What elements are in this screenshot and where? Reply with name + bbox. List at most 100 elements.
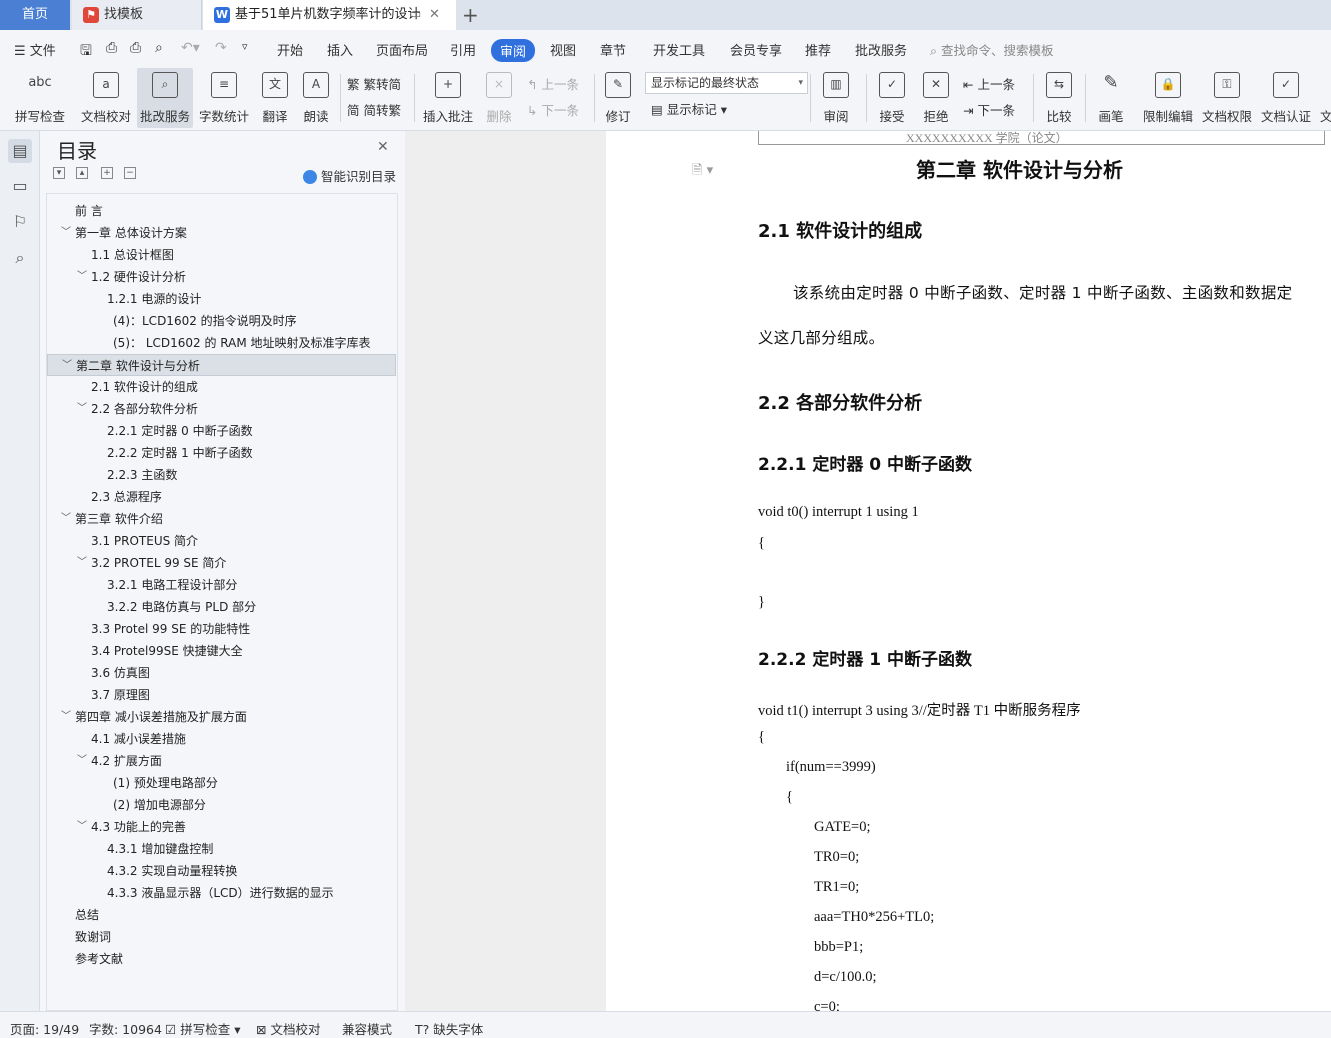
toc-item[interactable]: (2) 增加电源部分 (47, 794, 396, 816)
close-icon[interactable]: ✕ (377, 139, 389, 155)
quick-access-dropdown-icon[interactable]: ▿ (242, 40, 248, 53)
pen-button[interactable]: ✎ 画笔 (1091, 68, 1131, 128)
approval-service-button[interactable]: ⌕ 批改服务 (137, 68, 193, 128)
toc-item[interactable]: 2.2.2 定时器 1 中断子函数 (47, 442, 396, 464)
new-tab-button[interactable]: + (462, 2, 479, 28)
spellcheck-status[interactable]: ☑ 拼写检查 ▾ (165, 1019, 240, 1038)
command-search[interactable]: ⌕ 查找命令、搜索模板 (930, 40, 1054, 59)
menu-developer[interactable]: 开发工具 (653, 40, 705, 59)
menu-references[interactable]: 引用 (450, 40, 476, 59)
toc-item[interactable]: 4.3.1 增加键盘控制 (47, 838, 396, 860)
close-tab-icon[interactable]: ✕ (429, 0, 440, 30)
collapse-down-icon[interactable]: ▾ (53, 167, 65, 179)
doc-permission-button[interactable]: ⚿ 文档权限 (1199, 68, 1255, 128)
chapter-nav-icon[interactable]: ▭ (8, 174, 32, 198)
save-icon[interactable]: 🖫 (80, 40, 92, 64)
document-page[interactable]: XXXXXXXXXX 学院（论文） 🗎 ▾ 第二章 软件设计与分析 2.1 软件… (606, 131, 1331, 1011)
toc-pane-icon[interactable]: ▤ (8, 139, 32, 163)
word-count-status[interactable]: 字数: 10964 (89, 1019, 162, 1038)
menu-page-layout[interactable]: 页面布局 (376, 40, 428, 59)
ribbon-overflow-button[interactable]: 文 (1320, 68, 1331, 128)
toc-item[interactable]: ﹀ 第四章 减小误差措施及扩展方面 (47, 706, 396, 728)
toc-item[interactable]: 3.2.1 电路工程设计部分 (47, 574, 396, 596)
toc-item[interactable]: 2.1 软件设计的组成 (47, 376, 396, 398)
translate-button[interactable]: 文翻译 (255, 68, 295, 128)
toc-item[interactable]: ﹀ 4.3 功能上的完善 (47, 816, 396, 838)
revise-button[interactable]: ✎ 修订 (600, 68, 636, 128)
menu-insert[interactable]: 插入 (327, 40, 353, 59)
toc-item[interactable]: 1.1 总设计框图 (47, 244, 396, 266)
spellcheck-button[interactable]: abc 拼写检查 (8, 68, 72, 128)
accept-button[interactable]: ✓ 接受 (872, 68, 912, 128)
pin-icon[interactable]: ▭ (409, 0, 421, 30)
undo-icon[interactable]: ↶▾ (181, 40, 200, 56)
review-pane-button[interactable]: ▥ 审阅 (816, 68, 856, 128)
toc-item[interactable]: 2.3 总源程序 (47, 486, 396, 508)
show-markup-button[interactable]: ▤ 显示标记 ▾ (651, 99, 727, 118)
chevron-down-icon[interactable]: ﹀ (61, 706, 71, 728)
toc-item[interactable]: ﹀ 第二章 软件设计与分析 (47, 354, 396, 376)
chevron-down-icon[interactable]: ﹀ (61, 222, 71, 244)
doc-proof-button[interactable]: a 文档校对 (79, 68, 133, 128)
smart-toc-button[interactable]: 智能识别目录 (303, 166, 396, 185)
doc-cert-button[interactable]: ✓ 文档认证 (1258, 68, 1314, 128)
toc-item[interactable]: ﹀ 2.2 各部分软件分析 (47, 398, 396, 420)
toc-item[interactable]: 4.1 减小误差措施 (47, 728, 396, 750)
toc-item[interactable]: ﹀ 4.2 扩展方面 (47, 750, 396, 772)
markup-state-select[interactable]: 显示标记的最终状态 ▾ (645, 72, 808, 94)
chevron-down-icon[interactable]: ﹀ (77, 816, 87, 838)
menu-approval-service[interactable]: 批改服务 (855, 40, 907, 59)
toc-item[interactable]: 3.7 原理图 (47, 684, 396, 706)
insert-comment-button[interactable]: + 插入批注 (420, 68, 476, 128)
restrict-edit-button[interactable]: 🔒 限制编辑 (1140, 68, 1196, 128)
compare-button[interactable]: ⇆ 比较 (1039, 68, 1079, 128)
toc-item[interactable]: 4.3.3 液晶显示器（LCD）进行数据的显示 (47, 882, 396, 904)
menu-view[interactable]: 视图 (550, 40, 576, 59)
print-preview-icon[interactable]: ⌕ (155, 40, 163, 56)
toc-item[interactable]: (4)：LCD1602 的指令说明及时序 (47, 310, 396, 332)
tab-home[interactable]: 首页 (0, 0, 70, 30)
compat-mode[interactable]: 兼容模式 (342, 1019, 392, 1038)
toc-item[interactable]: 4.3.2 实现自动量程转换 (47, 860, 396, 882)
bookmark-icon[interactable]: ⚐ (8, 210, 32, 234)
tab-document[interactable]: W 基于51单片机数字频率计的设计 ▭ ✕ (203, 0, 456, 30)
chevron-down-icon[interactable]: ﹀ (77, 398, 87, 420)
collapse-all-icon[interactable]: − (124, 167, 136, 179)
prev-comment-button[interactable]: ↰ 上一条 (527, 74, 579, 93)
export-pdf-icon[interactable]: ⎙ (106, 40, 117, 56)
next-change-button[interactable]: ⇥ 下一条 (963, 100, 1015, 119)
toc-item[interactable]: (5)： LCD1602 的 RAM 地址映射及标准字库表 (47, 332, 396, 354)
find-icon[interactable]: ⌕ (8, 246, 32, 270)
toc-item[interactable]: (1) 预处理电路部分 (47, 772, 396, 794)
toc-item[interactable]: 3.1 PROTEUS 简介 (47, 530, 396, 552)
chevron-down-icon[interactable]: ﹀ (77, 552, 87, 574)
menu-start[interactable]: 开始 (277, 40, 303, 59)
toc-item[interactable]: 总结 (47, 904, 396, 926)
menu-recommend[interactable]: 推荐 (805, 40, 831, 59)
tab-find-template[interactable]: ⚑ 找模板 (72, 0, 202, 30)
simp-to-trad-button[interactable]: 简 简转繁 (347, 100, 401, 119)
menu-member[interactable]: 会员专享 (730, 40, 782, 59)
file-menu[interactable]: ☰ 文件 (14, 40, 56, 59)
prev-change-button[interactable]: ⇤ 上一条 (963, 74, 1015, 93)
read-aloud-button[interactable]: A 朗读 (299, 68, 333, 128)
toc-item[interactable]: 2.2.3 主函数 (47, 464, 396, 486)
toc-item[interactable]: 致谢词 (47, 926, 396, 948)
toc-item[interactable]: 3.4 Protel99SE 快捷键大全 (47, 640, 396, 662)
print-icon[interactable]: ⎙ (130, 40, 141, 56)
toc-item[interactable]: 参考文献 (47, 948, 396, 970)
word-count-button[interactable]: ≡ 字数统计 (197, 68, 251, 128)
missing-font-status[interactable]: T? 缺失字体 (415, 1019, 483, 1038)
chevron-down-icon[interactable]: ﹀ (77, 266, 87, 288)
proof-status[interactable]: ⊠ 文档校对 (256, 1019, 320, 1038)
menu-chapter[interactable]: 章节 (600, 40, 626, 59)
chevron-down-icon[interactable]: ﹀ (62, 355, 72, 377)
toc-item[interactable]: 3.6 仿真图 (47, 662, 396, 684)
collapse-up-icon[interactable]: ▴ (76, 167, 88, 179)
redo-icon[interactable]: ↷ (215, 40, 227, 56)
toc-item[interactable]: 3.2.2 电路仿真与 PLD 部分 (47, 596, 396, 618)
trad-to-simp-button[interactable]: 繁 繁转简 (347, 74, 401, 93)
toc-item[interactable]: 3.3 Protel 99 SE 的功能特性 (47, 618, 396, 640)
paragraph-menu-icon[interactable]: 🗎 ▾ (692, 161, 713, 183)
chevron-down-icon[interactable]: ﹀ (61, 508, 71, 530)
